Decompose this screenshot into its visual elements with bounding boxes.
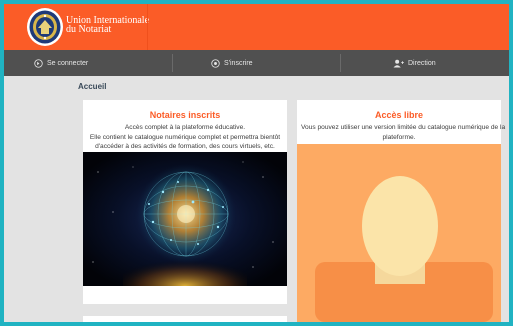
card-registered-line-3: d'accéder à des activités de formation, … — [95, 143, 275, 150]
nav-register-label: S'inscrire — [224, 59, 253, 67]
nav-separator — [340, 54, 341, 72]
register-circle-icon — [211, 58, 220, 68]
nav-register[interactable]: S'inscrire — [211, 50, 253, 76]
brand-line-2: du Notariat — [66, 24, 112, 35]
browser-viewport: Union Internationale du Notariat Se conn… — [4, 4, 509, 322]
card-registered-notaries[interactable]: Notaires inscrits Accès complet à la pla… — [83, 100, 287, 304]
card-registered-line-1: Accès complet à la plateforme éducative. — [124, 124, 246, 131]
nav-direction[interactable]: Direction — [393, 50, 436, 76]
page-title: Accueil — [78, 82, 107, 91]
main-navbar: Se connecter S'inscrire Direction — [4, 50, 509, 76]
nav-direction-label: Direction — [408, 59, 436, 67]
avatar-placeholder-image[interactable] — [297, 144, 501, 322]
card-registered-line-2: Elle contient le catalogue numérique com… — [89, 133, 281, 141]
header-divider — [147, 4, 148, 50]
login-circle-icon — [34, 58, 43, 68]
card-free-line-2: plateforme. — [382, 133, 416, 141]
uinl-seal-icon[interactable] — [25, 6, 65, 48]
nav-separator — [172, 54, 173, 72]
card-next-partial[interactable] — [83, 316, 287, 322]
card-free-line-1: Vous pouvez utiliser une version limitée… — [301, 124, 506, 131]
card-free-title[interactable]: Accès libre — [297, 110, 501, 120]
site-header: Union Internationale du Notariat — [4, 4, 509, 50]
nav-login-label: Se connecter — [47, 59, 89, 67]
user-plus-icon — [393, 59, 404, 68]
card-registered-title[interactable]: Notaires inscrits — [83, 110, 287, 120]
card-free-description: Vous pouvez utiliser une version limitée… — [301, 123, 506, 142]
brand-name[interactable]: Union Internationale du Notariat — [66, 16, 149, 35]
card-registered-description: Accès complet à la plateforme éducative.… — [87, 123, 283, 152]
card-free-access[interactable]: Accès libre Vous pouvez utiliser une ver… — [297, 100, 506, 322]
nav-login[interactable]: Se connecter — [34, 50, 88, 76]
globe-network-image[interactable] — [83, 152, 287, 286]
